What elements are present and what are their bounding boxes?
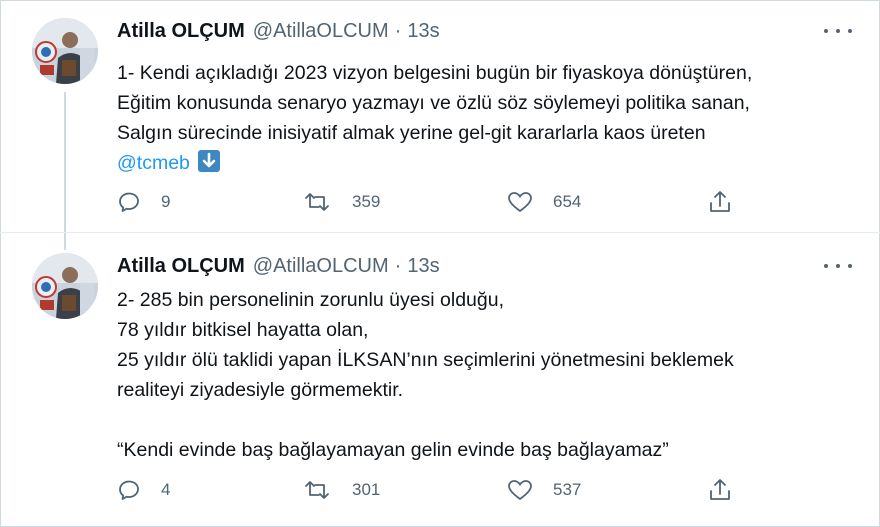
tweet-text-line: realiteyi ziyadesiyle görmemektir.	[117, 379, 404, 401]
down-arrow-emoji-icon	[197, 150, 220, 172]
reply-button[interactable]: 9	[117, 188, 170, 216]
tweet-text-line: 25 yıldır ölü taklidi yapan İLKSAN’nın s…	[117, 349, 734, 371]
tweet-quote: “Kendi evinde baş bağlayamayan gelin evi…	[117, 439, 669, 461]
like-icon	[508, 192, 532, 212]
like-count: 654	[553, 192, 582, 211]
avatar[interactable]	[32, 253, 98, 319]
retweet-icon	[305, 481, 329, 499]
author-handle[interactable]: @AtillaOLCUM	[253, 255, 389, 278]
reply-button[interactable]: 4	[117, 476, 170, 504]
avatar[interactable]	[32, 18, 98, 84]
mention-link[interactable]: @tcmeb	[117, 152, 190, 174]
share-button[interactable]	[707, 476, 733, 504]
tweet-text: 1- Kendi açıkladığı 2023 vizyon belgesin…	[117, 58, 847, 178]
like-icon	[508, 480, 532, 500]
reply-count: 9	[161, 192, 171, 211]
retweet-button[interactable]: 359	[302, 188, 380, 216]
retweet-button[interactable]: 301	[302, 476, 380, 504]
retweet-count: 359	[352, 192, 381, 211]
like-button[interactable]: 537	[507, 476, 581, 504]
tweet-1[interactable]: Atilla OLÇUM @AtillaOLCUM · 13s 1- Kendi…	[0, 0, 880, 232]
retweet-count: 301	[352, 480, 381, 499]
tweet-2[interactable]: Atilla OLÇUM @AtillaOLCUM · 13s 2- 285 b…	[0, 233, 880, 527]
separator-dot: ·	[394, 254, 402, 277]
share-icon	[710, 191, 730, 212]
tweet-actions: 9 359 654	[117, 188, 737, 216]
share-icon	[710, 479, 730, 500]
tweet-text-line: 2- 285 bin personelinin zorunlu üyesi ol…	[117, 289, 505, 311]
retweet-icon	[305, 193, 329, 211]
like-count: 537	[553, 480, 582, 499]
tweet-text-line-mention: @tcmeb	[117, 148, 847, 178]
share-button[interactable]	[707, 188, 733, 216]
more-icon[interactable]	[824, 257, 852, 275]
tweet-text: 2- 285 bin personelinin zorunlu üyesi ol…	[117, 285, 847, 465]
tweet-header: Atilla OLÇUM @AtillaOLCUM · 13s	[117, 18, 440, 44]
separator-dot: ·	[394, 19, 402, 42]
author-name[interactable]: Atilla OLÇUM	[117, 255, 245, 278]
tweet-actions: 4 301 537	[117, 476, 737, 504]
author-name[interactable]: Atilla OLÇUM	[117, 20, 245, 43]
like-button[interactable]: 654	[507, 188, 581, 216]
author-handle[interactable]: @AtillaOLCUM	[253, 20, 389, 43]
tweet-timestamp[interactable]: 13s	[407, 20, 439, 43]
reply-count: 4	[161, 480, 171, 499]
tweet-text-line: 78 yıldır bitkisel hayatta olan,	[117, 319, 369, 341]
reply-icon	[119, 480, 139, 500]
tweet-text-line: Eğitim konusunda senaryo yazmayı ve özlü…	[117, 92, 750, 114]
reply-icon	[119, 192, 139, 212]
tweet-text-line: Salgın sürecinde inisiyatif almak yerine…	[117, 122, 706, 144]
more-icon[interactable]	[824, 22, 852, 40]
tweet-header: Atilla OLÇUM @AtillaOLCUM · 13s	[117, 253, 440, 279]
tweet-text-line: 1- Kendi açıkladığı 2023 vizyon belgesin…	[117, 62, 753, 84]
tweet-timestamp[interactable]: 13s	[407, 255, 439, 278]
